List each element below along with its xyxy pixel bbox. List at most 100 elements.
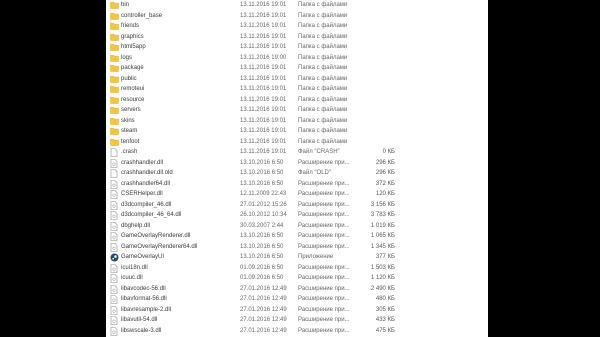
file-name: skins xyxy=(121,117,135,124)
folder-icon xyxy=(110,106,119,115)
file-type: Расширение при... xyxy=(298,317,350,323)
file-icon xyxy=(110,148,119,157)
dll-icon xyxy=(110,242,119,252)
folder-icon xyxy=(110,54,119,63)
dll-icon xyxy=(110,274,119,283)
folder-icon xyxy=(110,96,119,105)
file-name: crashhandler64.dll xyxy=(121,180,171,187)
file-row[interactable]: html5app 13.11.2016 19:01 Папка с файлами xyxy=(106,42,488,53)
file-name: GameOverlayRenderer64.dll xyxy=(121,243,198,250)
file-row[interactable]: steam 13.11.2016 19:01 Папка с файлами xyxy=(106,126,488,137)
file-row[interactable]: crashhandler64.dll 13.10.2016 6:50 Расшире… xyxy=(106,179,488,190)
file-type: Расширение при... xyxy=(298,296,350,302)
file-name: libavformat-56.dll xyxy=(121,296,167,302)
file-type: Папка с файлами xyxy=(298,2,348,8)
file-row[interactable]: logs 13.11.2016 19:00 Папка с файлами xyxy=(106,53,488,64)
file-row[interactable]: d3dcompiler_46.dll 27.01.2012 15:26 Расшир… xyxy=(106,200,488,211)
file-row[interactable]: CSERHelper.dll 12.11.2009 22:43 Расширение… xyxy=(106,189,488,200)
file-name: graphics xyxy=(121,33,144,40)
dll-icon xyxy=(110,305,119,315)
file-row[interactable]: icuuc.dll 01.09.2016 6:50 Расширение при..… xyxy=(106,273,488,284)
file-row[interactable]: skins 13.11.2016 19:01 Папка с файлами xyxy=(106,116,488,127)
dll-icon xyxy=(110,284,119,294)
file-row[interactable]: libavformat-56.dll 27.01.2016 12:49 Расшир… xyxy=(106,294,488,305)
file-type: Папка с файлами xyxy=(298,44,348,50)
folder-icon xyxy=(110,43,119,52)
file-type: Расширение при... xyxy=(298,233,350,239)
file-type: Расширение при... xyxy=(298,306,350,313)
file-row[interactable]: libavutil-54.dll 27.01.2016 12:49 Расширен… xyxy=(106,315,488,326)
file-name: crashhandler.dll.old xyxy=(121,170,173,176)
file-row[interactable]: d3dcompiler_46_64.dll 26.10.2012 10:34 Рас… xyxy=(106,210,488,221)
file-size: 372 КБ xyxy=(375,180,395,187)
file-row[interactable]: servers 13.11.2016 19:01 Папка с файлами xyxy=(106,105,488,116)
file-type: Папка с файлами xyxy=(298,138,348,145)
dll-icon xyxy=(110,326,119,336)
file-row[interactable]: crashhandler.dll 13.10.2016 6:50 Расширени… xyxy=(106,158,488,169)
file-row[interactable]: package 13.11.2016 19:01 Папка с файлами xyxy=(106,63,488,74)
file-row[interactable]: controller_base 13.11.2016 19:01 Папка с ф… xyxy=(106,11,488,22)
file-date-modified: 13.10.2016 6:50 xyxy=(240,170,284,176)
file-date-modified: 01.09.2016 6:50 xyxy=(240,264,284,271)
folder-icon xyxy=(110,117,119,126)
file-type: Папка с файлами xyxy=(298,107,348,113)
file-name: remoteui xyxy=(121,86,145,92)
file-row[interactable]: dbghelp.dll 30.03.2007 2:44 Расширение при… xyxy=(106,221,488,232)
file-row[interactable]: libswscale-3.dll 27.01.2016 12:49 Расширен… xyxy=(106,326,488,337)
file-type: Расширение при... xyxy=(298,159,350,166)
file-row[interactable]: resource 13.11.2016 19:01 Папка с файлами xyxy=(106,95,488,106)
file-name: crashhandler.dll xyxy=(121,159,164,166)
file-row[interactable]: crashhandler.dll.old 13.10.2016 6:50 Файл … xyxy=(106,168,488,179)
file-type: Приложение xyxy=(298,254,334,260)
file-name: friends xyxy=(121,23,140,29)
folder-icon xyxy=(110,22,119,31)
file-size: 480 КБ xyxy=(375,296,395,302)
steam-app-icon xyxy=(110,253,119,262)
file-date-modified: 13.11.2016 19:01 xyxy=(240,86,287,92)
file-name: controller_base xyxy=(121,12,163,19)
folder-icon xyxy=(110,85,119,94)
file-name: resource xyxy=(121,96,145,103)
file-date-modified: 13.11.2016 19:00 xyxy=(240,54,287,61)
dll-icon xyxy=(110,211,119,220)
file-name: logs xyxy=(121,54,133,61)
file-name: icui18n.dll xyxy=(121,264,148,271)
file-row[interactable]: GameOverlayUI 13.10.2016 6:50 Приложение 37… xyxy=(106,252,488,263)
file-type: Папка с файлами xyxy=(298,117,348,124)
file-row[interactable]: friends 13.11.2016 19:01 Папка с файлами xyxy=(106,21,488,32)
file-date-modified: 13.11.2016 19:01 xyxy=(240,65,287,71)
file-type: Папка с файлами xyxy=(298,65,348,71)
file-row[interactable]: remoteui 13.11.2016 19:01 Папка с файлами xyxy=(106,84,488,95)
file-date-modified: 13.11.2016 19:01 xyxy=(240,33,287,40)
file-type: Расширение при... xyxy=(298,264,350,271)
file-row[interactable]: tenfoot 13.11.2016 19:01 Папка с файлами xyxy=(106,137,488,148)
file-row[interactable]: GameOverlayRenderer.dll 13.10.2016 6:50 Ра… xyxy=(106,231,488,242)
file-size: 1 019 КБ xyxy=(370,222,395,229)
file-row[interactable]: icui18n.dll 01.09.2016 6:50 Расширение при… xyxy=(106,263,488,274)
dll-icon xyxy=(110,190,119,199)
file-row[interactable]: libavresample-2.dll 27.01.2016 12:49 Расши… xyxy=(106,305,488,316)
file-type: Расширение при... xyxy=(298,212,350,218)
file-row[interactable]: GameOverlayRenderer64.dll 13.10.2016 6:50… xyxy=(106,242,488,253)
dll-icon xyxy=(110,158,119,168)
file-size: 305 КБ xyxy=(375,306,395,313)
folder-icon xyxy=(110,75,119,84)
file-date-modified: 13.10.2016 6:50 xyxy=(240,159,284,166)
file-date-modified: 01.09.2016 6:50 xyxy=(240,275,284,281)
file-date-modified: 13.11.2016 19:01 xyxy=(240,138,287,145)
file-date-modified: 30.03.2007 2:44 xyxy=(240,222,284,229)
file-type: Расширение при... xyxy=(298,191,350,197)
file-date-modified: 13.11.2016 19:01 xyxy=(240,107,287,113)
file-date-modified: 13.10.2016 6:50 xyxy=(240,233,284,239)
file-row[interactable]: public 13.11.2016 19:01 Папка с файлами xyxy=(106,74,488,85)
file-type: Папка с файлами xyxy=(298,128,348,134)
file-row[interactable]: libavcodec-56.dll 27.01.2016 12:49 Расшире… xyxy=(106,284,488,295)
file-date-modified: 13.11.2016 19:01 xyxy=(240,44,287,50)
file-date-modified: 13.11.2016 19:01 xyxy=(240,12,287,19)
file-name: libavutil-54.dll xyxy=(121,317,158,323)
file-row[interactable]: .crash 13.11.2016 19:01 Файл "CRASH" 0 КБ xyxy=(106,147,488,158)
file-row[interactable]: bin 13.11.2016 19:01 Папка с файлами xyxy=(106,0,488,11)
file-row[interactable]: graphics 13.11.2016 19:01 Папка с файлами xyxy=(106,32,488,43)
file-type: Папка с файлами xyxy=(298,96,348,103)
file-date-modified: 13.10.2016 6:50 xyxy=(240,254,284,260)
